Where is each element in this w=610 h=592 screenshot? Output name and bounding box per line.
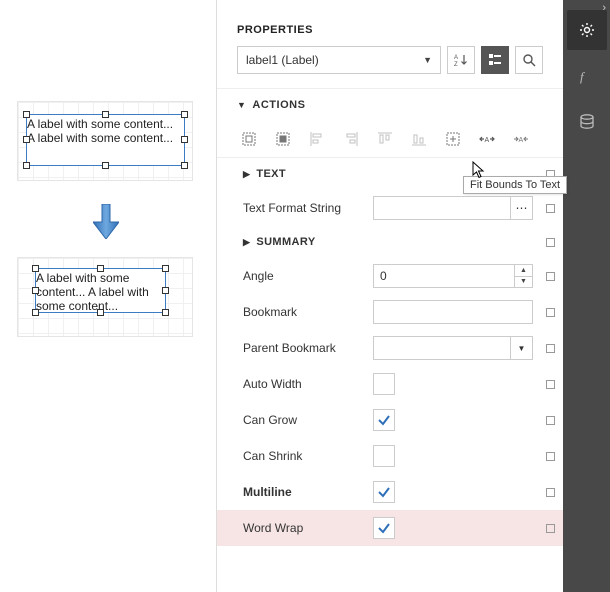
svg-text:A: A: [454, 55, 458, 61]
search-button[interactable]: [515, 46, 543, 74]
prop-word-wrap: Word Wrap: [217, 510, 563, 546]
panel-title: PROPERTIES: [217, 0, 563, 46]
multiline-checkbox[interactable]: [373, 481, 395, 503]
prop-label: Angle: [243, 269, 373, 283]
ellipsis-button[interactable]: ⋯: [510, 197, 532, 219]
word-wrap-checkbox[interactable]: [373, 517, 395, 539]
prop-can-shrink: Can Shrink: [217, 438, 563, 474]
side-rail: › f: [563, 0, 610, 592]
chevron-down-icon: ▼: [237, 100, 246, 110]
chevron-down-icon[interactable]: ▼: [510, 337, 532, 359]
prop-label: Auto Width: [243, 377, 373, 391]
actions-toolbar: A A: [217, 121, 563, 158]
fit-to-content-icon[interactable]: [271, 127, 295, 151]
size-to-grid-icon[interactable]: [441, 127, 465, 151]
prop-text-format-string: Text Format String ⋯: [217, 190, 563, 226]
property-marker-icon[interactable]: [546, 238, 555, 247]
property-marker-icon[interactable]: [546, 524, 555, 533]
property-marker-icon[interactable]: [546, 204, 555, 213]
property-marker-icon[interactable]: [546, 416, 555, 425]
text-format-input[interactable]: ⋯: [373, 196, 533, 220]
align-right-icon[interactable]: [339, 127, 363, 151]
prop-auto-width: Auto Width: [217, 366, 563, 402]
spin-down-icon[interactable]: ▼: [515, 277, 532, 288]
fit-bounds-to-text-icon[interactable]: A: [475, 127, 499, 151]
prop-bookmark: Bookmark: [217, 294, 563, 330]
spin-up-icon[interactable]: ▲: [515, 265, 532, 277]
svg-text:A: A: [519, 137, 524, 144]
subsection-summary[interactable]: ▶ SUMMARY: [217, 226, 563, 258]
prop-angle: Angle 0 ▲ ▼: [217, 258, 563, 294]
arrow-down-icon: [93, 204, 119, 239]
prop-multiline: Multiline: [217, 474, 563, 510]
svg-text:f: f: [580, 69, 586, 84]
bookmark-input[interactable]: [373, 300, 533, 324]
prop-parent-bookmark: Parent Bookmark ▼: [217, 330, 563, 366]
align-top-icon[interactable]: [373, 127, 397, 151]
sort-alpha-button[interactable]: A Z: [447, 46, 475, 74]
align-bottom-icon[interactable]: [407, 127, 431, 151]
prop-label: Parent Bookmark: [243, 341, 373, 355]
collapse-icon[interactable]: ›: [602, 2, 606, 14]
prop-label: Text Format String: [243, 201, 373, 215]
property-marker-icon[interactable]: [546, 488, 555, 497]
subsection-label: TEXT: [256, 168, 286, 180]
align-left-icon[interactable]: [305, 127, 329, 151]
angle-input[interactable]: 0 ▲ ▼: [373, 264, 533, 288]
rail-expressions-button[interactable]: f: [567, 56, 607, 96]
properties-panel: PROPERTIES label1 (Label) ▼ A Z: [217, 0, 563, 592]
can-shrink-checkbox[interactable]: [373, 445, 395, 467]
svg-text:A: A: [485, 137, 490, 144]
chevron-right-icon: ▶: [243, 169, 250, 180]
prop-can-grow: Can Grow: [217, 402, 563, 438]
prop-label: Word Wrap: [243, 521, 373, 535]
can-grow-checkbox[interactable]: [373, 409, 395, 431]
subsection-label: SUMMARY: [256, 236, 315, 248]
label-text: A label with some content... A label wit…: [36, 271, 149, 313]
property-marker-icon[interactable]: [546, 452, 555, 461]
chevron-right-icon: ▶: [243, 237, 250, 248]
parent-bookmark-input[interactable]: ▼: [373, 336, 533, 360]
design-canvas[interactable]: A label with some content... A label wit…: [0, 0, 216, 592]
rail-properties-button[interactable]: [567, 10, 607, 50]
property-marker-icon[interactable]: [546, 344, 555, 353]
auto-width-checkbox[interactable]: [373, 373, 395, 395]
chevron-down-icon: ▼: [423, 55, 432, 65]
property-marker-icon[interactable]: [546, 308, 555, 317]
prop-label: Can Shrink: [243, 449, 373, 463]
fit-to-container-icon[interactable]: [237, 127, 261, 151]
section-actions[interactable]: ▼ ACTIONS: [217, 88, 563, 121]
categorize-button[interactable]: [481, 46, 509, 74]
fit-text-to-bounds-icon[interactable]: A: [509, 127, 533, 151]
rail-data-button[interactable]: [567, 102, 607, 142]
section-label: ACTIONS: [252, 99, 305, 111]
label-after[interactable]: A label with some content... A label wit…: [35, 268, 166, 313]
prop-label: Can Grow: [243, 413, 373, 427]
element-selector[interactable]: label1 (Label) ▼: [237, 46, 441, 74]
label-text: A label with some content... A label wit…: [27, 117, 173, 145]
cursor-icon: [472, 161, 486, 182]
prop-label: Multiline: [243, 485, 373, 499]
prop-label: Bookmark: [243, 305, 373, 319]
property-marker-icon[interactable]: [546, 380, 555, 389]
element-selector-value: label1 (Label): [246, 53, 319, 67]
property-marker-icon[interactable]: [546, 272, 555, 281]
label-before[interactable]: A label with some content... A label wit…: [26, 114, 185, 166]
svg-text:Z: Z: [454, 62, 458, 67]
